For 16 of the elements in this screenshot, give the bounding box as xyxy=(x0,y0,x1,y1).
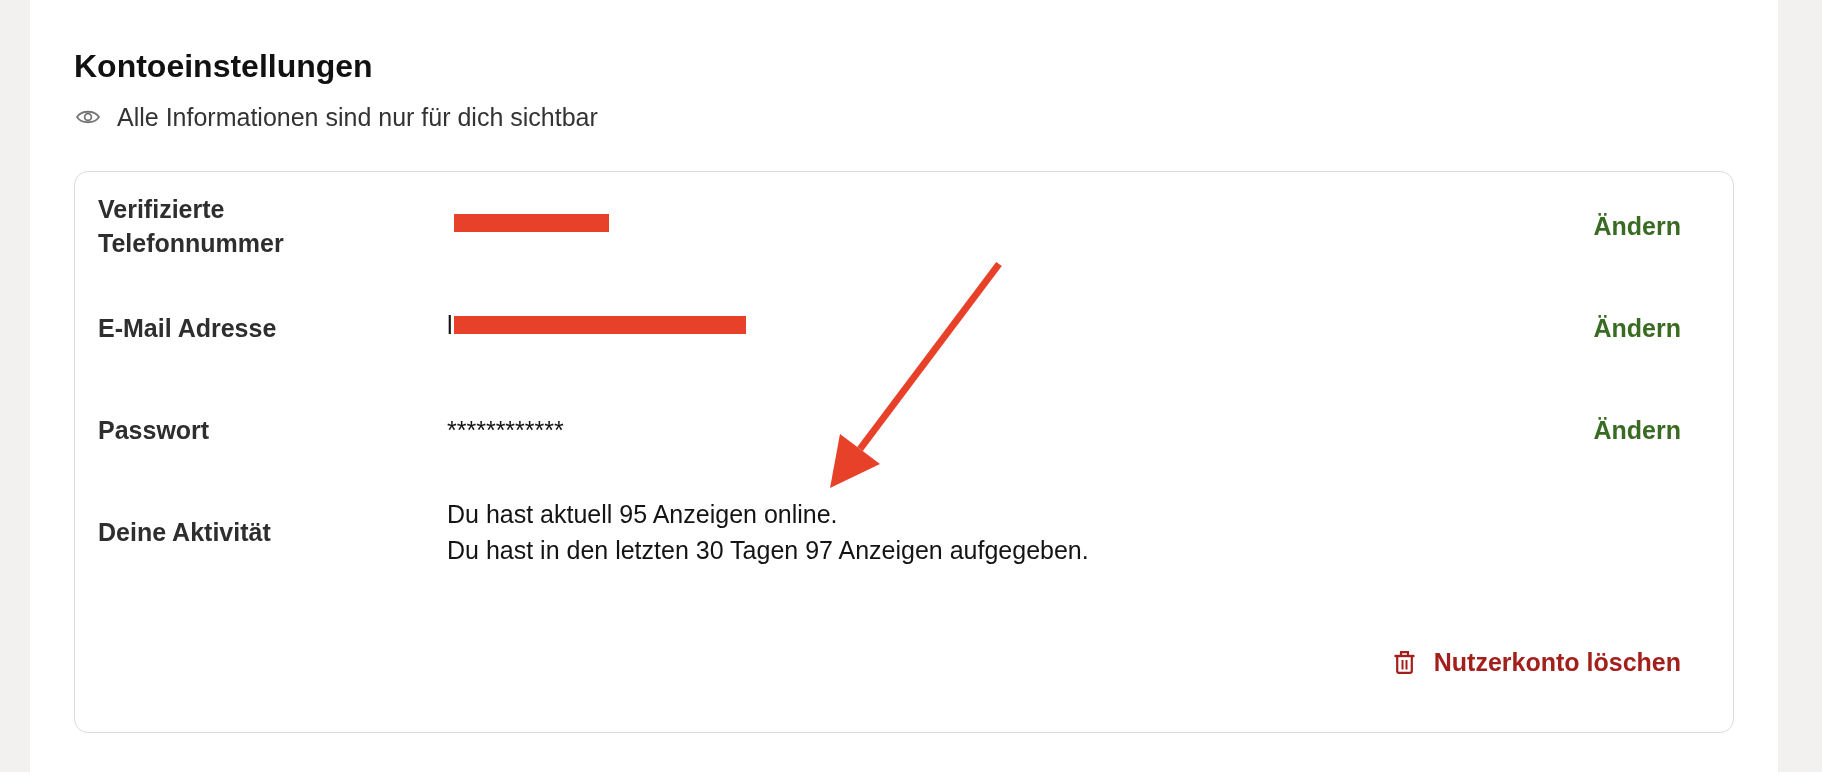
field-label: Passwort xyxy=(98,415,210,446)
field-label: Deine Aktivität xyxy=(98,517,271,548)
trash-icon xyxy=(1393,650,1415,674)
value-text: l xyxy=(447,310,453,341)
privacy-note: Alle Informationen sind nur für dich sichtbar xyxy=(117,102,598,133)
edit-button[interactable]: Ändern xyxy=(1593,311,1681,345)
page-title: Kontoeinstellungen xyxy=(74,47,373,86)
eye-icon xyxy=(76,109,100,125)
value-text: Du hast in den letzten 30 Tagen 97 Anzeigen aufgegeben. xyxy=(447,535,1089,566)
value-text: Du hast aktuell 95 Anzeigen online. xyxy=(447,499,838,530)
edit-button[interactable]: Ändern xyxy=(1593,209,1681,243)
edit-button[interactable]: Ändern xyxy=(1593,413,1681,447)
value-text: ************ xyxy=(447,415,564,446)
field-label: Verifizierte Telefonnummer xyxy=(98,194,285,259)
delete-account-button[interactable]: Nutzerkonto löschen xyxy=(1393,644,1681,680)
field-label: E-Mail Adresse xyxy=(98,313,277,344)
